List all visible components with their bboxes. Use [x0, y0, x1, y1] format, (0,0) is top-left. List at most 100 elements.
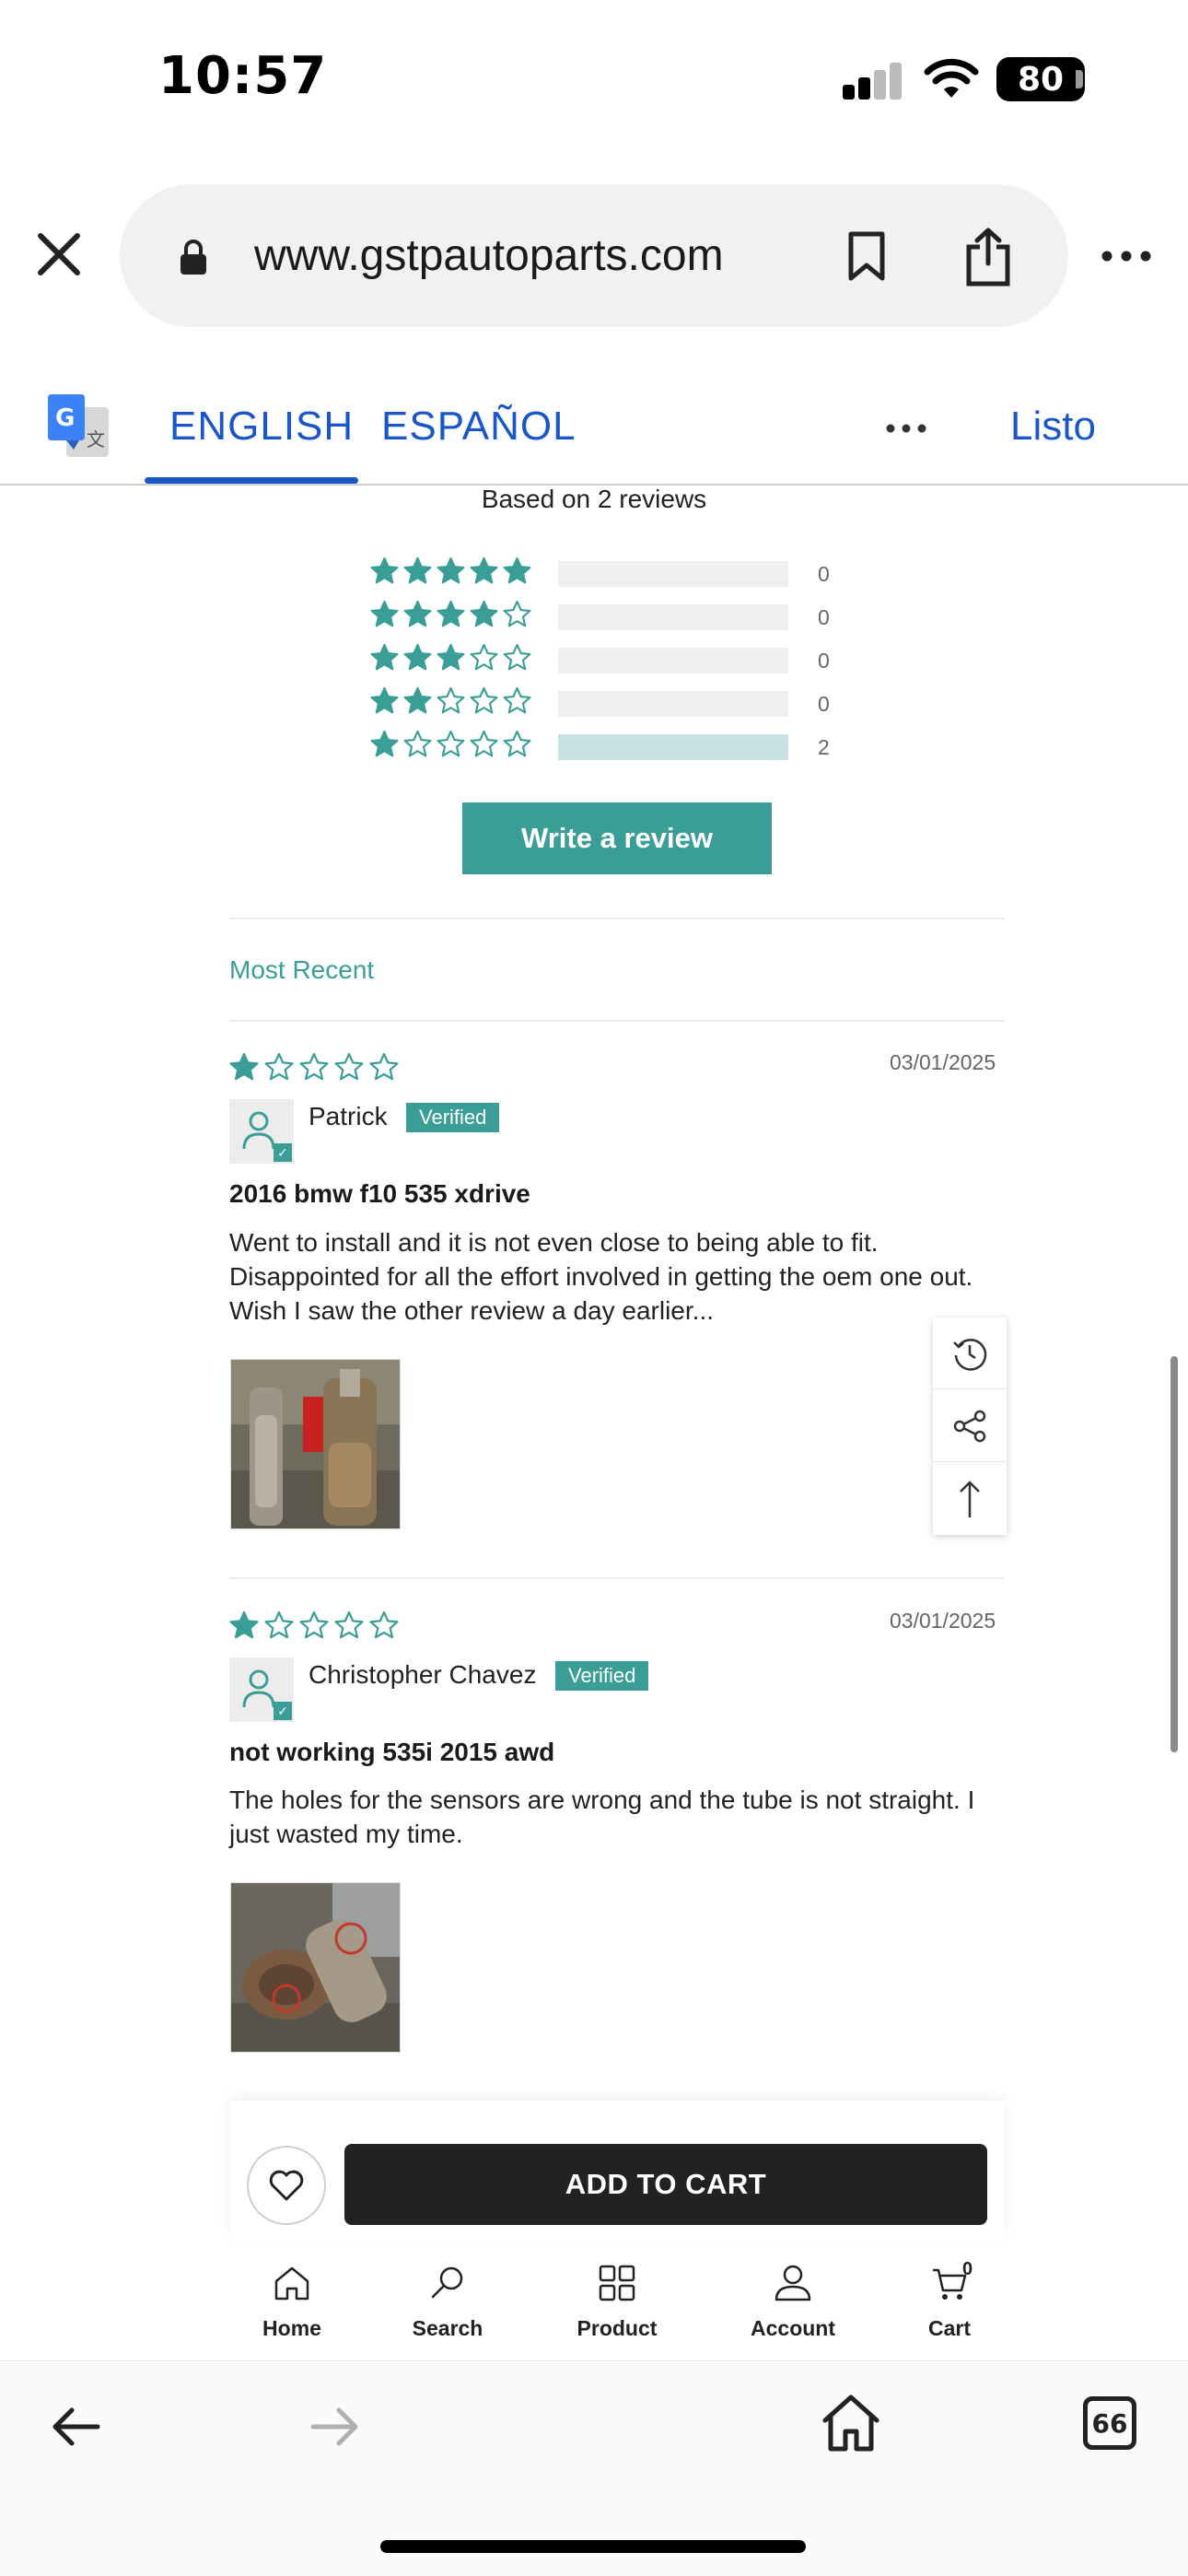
- rating-bar: [558, 691, 788, 717]
- star-filled-icon: [370, 730, 399, 757]
- rating-row-stars: [370, 556, 531, 585]
- sort-dropdown[interactable]: Most Recent: [229, 955, 374, 985]
- rating-bar: [558, 604, 788, 630]
- star-empty-icon: [503, 730, 531, 757]
- rating-row-1[interactable]: 2: [370, 730, 849, 763]
- share-tool-button[interactable]: [933, 1390, 1007, 1462]
- star-empty-icon: [299, 1052, 329, 1081]
- star-filled-icon: [370, 643, 399, 671]
- verified-badge: Verified: [406, 1103, 500, 1132]
- share-icon[interactable]: [963, 227, 1013, 287]
- svg-text:G: G: [55, 404, 75, 432]
- star-empty-icon: [299, 1610, 329, 1639]
- rating-row-3[interactable]: 0: [370, 643, 849, 676]
- review-rating-stars: [229, 1052, 399, 1082]
- write-review-button[interactable]: Write a review: [462, 802, 772, 874]
- star-filled-icon: [229, 1610, 259, 1639]
- rating-count: 2: [818, 735, 830, 759]
- star-filled-icon: [403, 686, 432, 714]
- translate-done-button[interactable]: Listo: [1010, 404, 1096, 450]
- star-filled-icon: [403, 556, 432, 584]
- star-empty-icon: [369, 1052, 399, 1081]
- star-empty-icon: [264, 1052, 294, 1081]
- lock-icon: [181, 240, 206, 275]
- star-empty-icon: [264, 1610, 294, 1639]
- tab-spanish[interactable]: ESPAÑOL: [381, 404, 577, 450]
- close-icon[interactable]: [35, 230, 83, 278]
- rating-row-stars: [370, 600, 531, 628]
- forward-arrow-icon[interactable]: [309, 2406, 359, 2448]
- nav-home-label: Home: [262, 2316, 321, 2340]
- scrollbar[interactable]: [1171, 1356, 1178, 1752]
- rating-row-stars: [370, 686, 531, 715]
- tabs-count-button[interactable]: 66: [1083, 2396, 1136, 2450]
- star-empty-icon: [369, 1610, 399, 1639]
- divider: [229, 1577, 1005, 1579]
- rating-row-2[interactable]: 0: [370, 686, 849, 720]
- star-filled-icon: [503, 556, 531, 584]
- url-text[interactable]: www.gstpautoparts.com: [254, 230, 724, 281]
- rating-bar: [558, 648, 788, 673]
- back-to-top-button[interactable]: [933, 1463, 1007, 1535]
- nav-search[interactable]: Search: [383, 2263, 512, 2341]
- star-filled-icon: [403, 600, 432, 627]
- nav-account[interactable]: Account: [728, 2263, 857, 2341]
- review-title: 2016 bmw f10 535 xdrive: [229, 1179, 530, 1208]
- nav-home[interactable]: Home: [227, 2263, 356, 2341]
- rating-count: 0: [818, 649, 830, 673]
- back-arrow-icon[interactable]: [52, 2406, 101, 2448]
- review-photo[interactable]: [230, 1882, 401, 2053]
- star-filled-icon: [370, 600, 399, 627]
- tab-english[interactable]: ENGLISH: [169, 404, 354, 450]
- avatar: ✓: [229, 1099, 294, 1164]
- star-empty-icon: [503, 600, 531, 627]
- nav-product-label: Product: [577, 2316, 658, 2340]
- wifi-icon: [924, 58, 979, 98]
- wishlist-button[interactable]: [247, 2146, 326, 2225]
- svg-text:文: 文: [87, 428, 105, 451]
- cellular-signal-icon: [843, 61, 903, 100]
- history-button[interactable]: [933, 1317, 1007, 1389]
- review-date: 03/01/2025: [890, 1050, 996, 1074]
- star-empty-icon: [470, 643, 498, 671]
- home-browser-icon[interactable]: [821, 2393, 880, 2453]
- star-empty-icon: [334, 1052, 364, 1081]
- verified-check-icon: ✓: [274, 1702, 292, 1720]
- star-filled-icon: [229, 1052, 259, 1081]
- star-empty-icon: [403, 730, 432, 757]
- rating-row-4[interactable]: 0: [370, 600, 849, 633]
- divider: [229, 1020, 1005, 1022]
- star-empty-icon: [437, 686, 465, 714]
- nav-cart[interactable]: Cart: [885, 2263, 1014, 2341]
- star-filled-icon: [437, 556, 465, 584]
- based-on-text: Based on 2 reviews: [481, 485, 707, 513]
- battery-indicator: 80: [996, 57, 1085, 101]
- rating-bar-fill: [558, 734, 788, 760]
- nav-product[interactable]: Product: [553, 2263, 681, 2341]
- reviewer-name: Patrick: [309, 1102, 388, 1130]
- star-empty-icon: [334, 1610, 364, 1639]
- reviewer-name: Christopher Chavez: [309, 1660, 537, 1689]
- battery-cap: [1076, 70, 1083, 88]
- review-body: Went to install and it is not even close…: [229, 1228, 973, 1325]
- add-to-cart-button[interactable]: ADD TO CART: [344, 2144, 987, 2225]
- translate-more-icon[interactable]: [886, 424, 926, 433]
- bookmark-icon[interactable]: [847, 230, 886, 282]
- account-icon: [775, 2265, 811, 2301]
- rating-count: 0: [818, 692, 830, 716]
- avatar: ✓: [229, 1657, 294, 1722]
- verified-badge: Verified: [555, 1661, 649, 1691]
- tab-active-indicator: [145, 477, 358, 484]
- rating-count: 0: [818, 605, 830, 629]
- review-rating-stars: [229, 1610, 399, 1640]
- rating-row-5[interactable]: 0: [370, 556, 849, 590]
- review-photo[interactable]: [230, 1359, 401, 1529]
- google-translate-icon: G 文: [48, 394, 109, 457]
- home-indicator: [380, 2540, 806, 2553]
- more-options-icon[interactable]: [1101, 251, 1151, 262]
- history-icon: [953, 1338, 987, 1371]
- arrow-up-icon: [960, 1481, 980, 1517]
- star-filled-icon: [470, 556, 498, 584]
- star-empty-icon: [503, 643, 531, 671]
- status-time: 10:57: [158, 46, 328, 106]
